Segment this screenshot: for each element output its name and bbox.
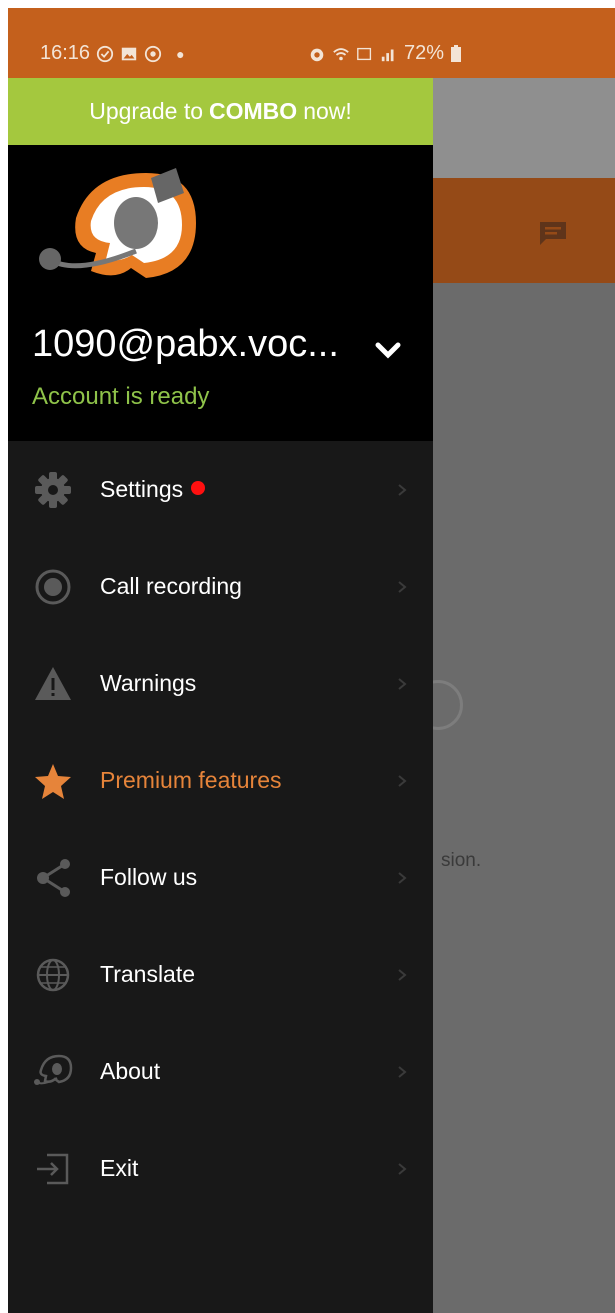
chevron-right-icon xyxy=(398,1066,407,1078)
chat-icon xyxy=(540,222,566,245)
menu-item-exit[interactable]: Exit xyxy=(8,1120,433,1217)
menu-item-translate[interactable]: Translate xyxy=(8,926,433,1023)
chevron-right-icon xyxy=(398,872,407,884)
menu-label: Translate xyxy=(100,961,196,987)
upgrade-banner[interactable]: Upgrade to COMBO now! xyxy=(8,78,433,145)
chevron-right-icon xyxy=(398,484,407,496)
upgrade-brand: COMBO xyxy=(209,98,298,124)
share-icon xyxy=(37,859,70,897)
chevron-right-icon xyxy=(398,1163,407,1175)
chevron-down-icon[interactable] xyxy=(374,341,402,361)
chevron-right-icon xyxy=(398,581,407,593)
background-text: sion. xyxy=(441,850,482,871)
gear-icon xyxy=(35,472,71,508)
whatsapp-icon xyxy=(144,45,162,62)
background-app-area xyxy=(433,78,615,178)
menu-label: Exit xyxy=(100,1155,139,1181)
menu-label: Warnings xyxy=(100,670,197,696)
account-status: Account is ready xyxy=(32,383,210,410)
chevron-right-icon xyxy=(398,678,407,690)
battery-percent: 72% xyxy=(404,42,445,64)
dot-icon: ● xyxy=(176,45,185,62)
exit-icon xyxy=(37,1153,69,1185)
signal-icon xyxy=(381,49,394,61)
menu-item-about[interactable]: About xyxy=(8,1023,433,1120)
globe-icon xyxy=(36,958,70,992)
account-header: 1090@pabx.voc... Account is ready xyxy=(8,145,433,441)
volte-icon xyxy=(357,47,372,60)
logo-outline-icon xyxy=(34,1054,73,1085)
wifi-icon xyxy=(333,47,349,60)
notification-dot xyxy=(191,480,206,495)
menu-item-premium-features[interactable]: Premium features xyxy=(8,732,433,829)
status-time: 16:16 xyxy=(40,42,91,64)
chevron-right-icon xyxy=(398,969,407,981)
menu-label: Settings xyxy=(100,476,206,503)
menu-item-settings[interactable]: Settings xyxy=(8,441,433,538)
menu-item-warnings[interactable]: Warnings xyxy=(8,635,433,732)
warning-icon xyxy=(35,667,71,700)
menu-item-call-recording[interactable]: Call recording xyxy=(8,538,433,635)
navigation-drawer: Upgrade to COMBO now! 1090@pabx.voc... A… xyxy=(8,78,433,1313)
menu-label: About xyxy=(100,1058,161,1084)
alarm-icon xyxy=(310,48,324,61)
menu-label: Call recording xyxy=(100,573,242,599)
record-icon xyxy=(35,569,71,605)
zoiper-logo-icon xyxy=(39,168,196,278)
battery-icon xyxy=(451,44,462,62)
check-circle-icon xyxy=(96,45,114,62)
menu-label: Follow us xyxy=(100,864,198,890)
phone-screen: 16:16 ● 72% sion. Upgrade to COMBO now! xyxy=(8,8,615,1313)
upgrade-suffix: now! xyxy=(303,98,352,124)
account-name[interactable]: 1090@pabx.voc... xyxy=(32,323,339,366)
status-left: 16:16 ● xyxy=(40,42,185,65)
background-toolbar xyxy=(433,178,615,283)
star-icon xyxy=(35,764,71,799)
status-right: 72% xyxy=(308,42,462,65)
status-bar: 16:16 ● 72% xyxy=(8,8,615,78)
chevron-right-icon xyxy=(398,775,407,787)
upgrade-prefix: Upgrade to xyxy=(89,98,204,124)
menu-item-follow-us[interactable]: Follow us xyxy=(8,829,433,926)
gallery-icon xyxy=(121,47,137,60)
menu-label: Premium features xyxy=(100,767,282,793)
